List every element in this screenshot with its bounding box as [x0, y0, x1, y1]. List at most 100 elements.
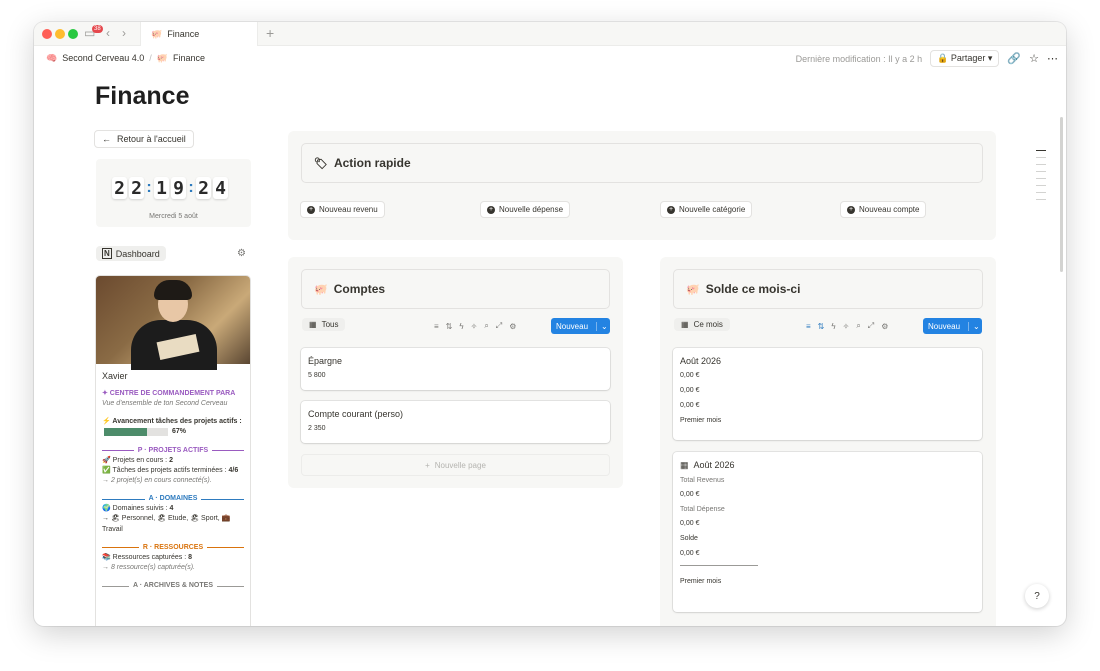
balance-card-footer: Premier mois: [680, 417, 722, 424]
help-button[interactable]: ?: [1025, 584, 1049, 608]
new-revenue-button[interactable]: + Nouveau revenu: [300, 201, 385, 218]
progress-label: ⚡ Avancement tâches des projets actifs :: [102, 418, 242, 426]
sort-icon[interactable]: ⇅: [446, 322, 453, 331]
expand-icon[interactable]: ⤢: [496, 321, 502, 331]
forward-arrow-icon[interactable]: ›: [122, 26, 126, 40]
balance-card-detail[interactable]: ▦ Août 2026 Total Revenus 0,00 € Total D…: [673, 452, 982, 612]
balance-card-value: 0,00 €: [680, 372, 700, 379]
piggy-icon: 🐖: [156, 52, 169, 63]
quick-action-title: Action rapide: [333, 156, 411, 170]
magic-icon[interactable]: ✧: [843, 322, 850, 331]
tab-piggy-icon: 🐖: [151, 28, 163, 39]
resources-heading: R · RESSOURCES: [102, 543, 245, 553]
star-icon[interactable]: ☆: [1029, 52, 1039, 65]
title-bar: ▭ 38 ‹ › 🐖 Finance +: [34, 22, 1066, 46]
more-icon[interactable]: ⋯: [1047, 52, 1058, 65]
settings-icon[interactable]: ⚙: [509, 322, 516, 331]
balance-detail-title-row: ▦ Août 2026: [680, 460, 975, 471]
expense-value: 0,00 €: [680, 520, 700, 527]
balance-detail-footer: Premier mois: [680, 578, 722, 585]
balance-new-button[interactable]: Nouveau ⌄: [923, 318, 982, 334]
account-card-checking[interactable]: Compte courant (perso) 2 350: [301, 401, 610, 443]
profile-card: Xavier ✦ CENTRE DE COMMANDEMENT PARA Vue…: [95, 275, 251, 626]
new-account-button[interactable]: + Nouveau compte: [840, 201, 927, 218]
tab-label: Finance: [167, 29, 200, 39]
divider: [680, 565, 758, 566]
command-center-title: ✦ CENTRE DE COMMANDEMENT PARA: [102, 390, 236, 398]
accounts-new-button[interactable]: Nouveau ⌄: [551, 318, 610, 334]
profile-name: Xavier: [102, 371, 128, 381]
settings-sliders-icon[interactable]: ⚙: [237, 248, 246, 259]
toc-line[interactable]: [1036, 199, 1046, 200]
clock-date: Mercredi 5 août: [149, 213, 198, 220]
account-card-savings[interactable]: Épargne 5 800: [301, 348, 610, 390]
magic-icon[interactable]: ✧: [471, 322, 478, 331]
filter-icon[interactable]: ≡: [806, 322, 811, 331]
share-button[interactable]: 🔒 Partager ▾: [930, 50, 1000, 67]
automation-icon[interactable]: ϟ: [459, 322, 463, 331]
automation-icon[interactable]: ϟ: [831, 322, 835, 331]
table-of-contents[interactable]: [1036, 150, 1046, 200]
account-card-value: 2 350: [308, 425, 326, 432]
close-window-button[interactable]: [42, 29, 52, 39]
avatar-hair: [154, 280, 192, 300]
domains-heading: A · DOMAINES: [102, 494, 244, 504]
breadcrumb-bar: 🧠 Second Cerveau 4.0 / 🐖 Finance Dernièr…: [34, 46, 1066, 70]
projects-in-progress-label: 🚀 Projets en cours :: [102, 456, 168, 464]
balance-toolbar: ≡ ⇅ ϟ ✧ ⌕ ⤢ ⚙: [806, 321, 888, 331]
notification-badge: 38: [92, 25, 103, 33]
balance-card-summary[interactable]: Août 2026 0,00 € 0,00 € 0,00 € Premier m…: [673, 348, 982, 440]
toc-line[interactable]: [1036, 157, 1046, 158]
toc-line[interactable]: [1036, 150, 1046, 151]
dashboard-view-button[interactable]: N Dashboard: [96, 246, 166, 261]
balance-detail-title: Août 2026: [693, 460, 735, 470]
balance-view-label: Ce mois: [693, 320, 723, 329]
balance-card-title: Août 2026: [680, 356, 722, 366]
new-expense-button[interactable]: + Nouvelle dépense: [480, 201, 571, 218]
archives-heading-label: A · ARCHIVES & NOTES: [133, 582, 213, 590]
tag-icon: 🏷: [314, 157, 328, 170]
tab-finance[interactable]: 🐖 Finance: [140, 22, 258, 46]
piggy-icon: 🐖: [686, 283, 700, 296]
toc-line[interactable]: [1036, 185, 1046, 186]
workspace-label: Second Cerveau 4.0: [62, 53, 145, 63]
new-tab-button[interactable]: +: [266, 25, 274, 41]
balance-view-tab[interactable]: ▦ Ce mois: [674, 318, 730, 331]
projects-tasks-label: ✅ Tâches des projets actifs terminées :: [102, 466, 227, 474]
minimize-window-button[interactable]: [55, 29, 65, 39]
toc-line[interactable]: [1036, 178, 1046, 179]
resources-heading-label: R · RESSOURCES: [142, 543, 204, 551]
breadcrumb-page[interactable]: 🐖 Finance: [157, 53, 205, 64]
back-to-home-button[interactable]: ← Retour à l'accueil: [94, 130, 194, 148]
search-icon[interactable]: ⌕: [856, 321, 860, 331]
domains-value: 4: [169, 505, 174, 513]
progress-bar: [104, 427, 168, 436]
resources-count: 📚 Ressources capturées : 8: [102, 553, 244, 563]
accounts-toolbar: ≡ ⇅ ϟ ✧ ⌕ ⤢ ⚙: [434, 321, 516, 331]
accounts-view-label: Tous: [321, 320, 339, 329]
maximize-window-button[interactable]: [68, 29, 78, 39]
breadcrumb-workspace[interactable]: 🧠 Second Cerveau 4.0: [46, 53, 144, 64]
link-icon[interactable]: 🔗: [1007, 52, 1021, 65]
toc-line[interactable]: [1036, 192, 1046, 193]
clock-digit: 2: [112, 177, 127, 199]
search-icon[interactable]: ⌕: [484, 321, 488, 331]
back-arrow-icon[interactable]: ‹: [106, 26, 110, 40]
projects-connected: → 2 projet(s) en cours connecté(s).: [102, 477, 212, 485]
settings-icon[interactable]: ⚙: [881, 322, 888, 331]
new-page-button[interactable]: + Nouvelle page: [301, 454, 610, 476]
toc-line[interactable]: [1036, 164, 1046, 165]
account-card-title: Épargne: [308, 356, 343, 366]
expand-icon[interactable]: ⤢: [868, 321, 874, 331]
domains-label: 🌍 Domaines suivis :: [102, 505, 168, 513]
chevron-down-icon[interactable]: ⌄: [968, 321, 984, 331]
scrollbar[interactable]: [1060, 117, 1063, 272]
new-category-button[interactable]: + Nouvelle catégorie: [660, 201, 753, 218]
filter-icon[interactable]: ≡: [434, 322, 439, 331]
arrow-left-icon: ←: [102, 134, 111, 144]
accounts-header: 🐖 Comptes: [301, 269, 610, 309]
sort-icon[interactable]: ⇅: [818, 322, 825, 331]
accounts-view-tab[interactable]: ▦ Tous: [302, 318, 346, 331]
chevron-down-icon[interactable]: ⌄: [596, 321, 612, 331]
toc-line[interactable]: [1036, 171, 1046, 172]
